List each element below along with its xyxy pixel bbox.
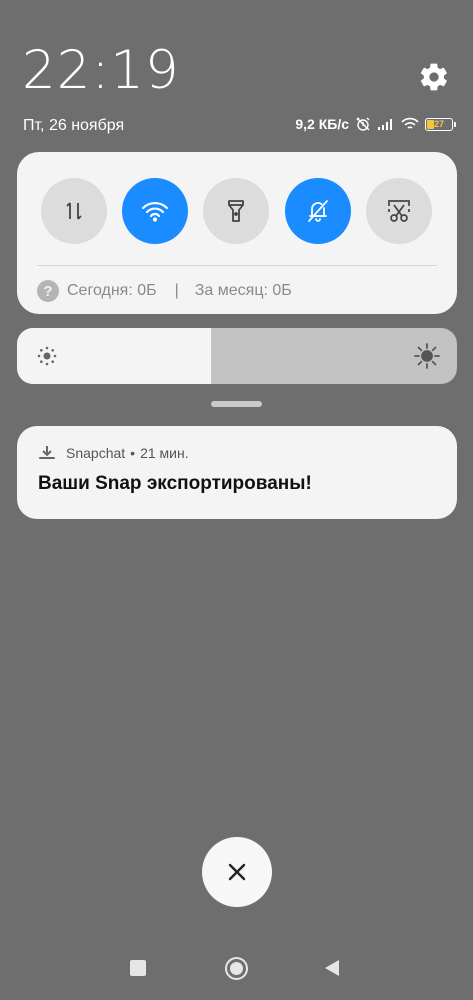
net-speed: 9,2 КБ/с [295,116,349,132]
toggle-wifi[interactable] [122,178,188,244]
wifi-icon [401,117,419,131]
clear-notifications-button[interactable] [202,837,272,907]
scissors-icon [388,200,410,222]
quick-settings-panel: ? Сегодня: 0Б | За месяц: 0Б [17,152,457,314]
notification-card[interactable]: Snapchat • 21 мин. Ваши Snap экспортиров… [17,426,457,519]
help-icon[interactable]: ? [37,280,59,302]
nav-home-button[interactable] [225,957,248,980]
notification-time: 21 мин. [140,445,189,461]
brightness-low-icon [37,346,57,366]
bell-off-icon [308,200,328,222]
battery-icon: 27 [425,117,456,131]
toggle-mobile-data[interactable] [41,178,107,244]
signal-icon [377,117,395,131]
notification-app: Snapchat [66,445,126,461]
clock: 22:19 [22,40,180,101]
brightness-slider[interactable] [17,328,457,384]
nav-back-button[interactable] [324,959,340,977]
toggle-flashlight[interactable] [203,178,269,244]
toggle-screenshot[interactable] [366,178,432,244]
data-separator: | [174,282,179,299]
qs-divider [37,265,437,266]
data-arrows-icon [66,202,82,220]
nav-recents-button[interactable] [130,960,146,976]
close-icon [228,863,246,881]
flashlight-icon [228,200,244,222]
settings-gear-icon[interactable] [418,61,450,93]
alarm-off-icon [355,116,371,132]
status-indicators: 9,2 КБ/с 27 [295,116,456,132]
toggle-silent[interactable] [285,178,351,244]
date: Пт, 26 ноября [23,117,125,134]
data-usage-row: ? Сегодня: 0Б | За месяц: 0Б [37,280,292,302]
wifi-icon [141,201,169,222]
notification-title: Ваши Snap экспортированы! [38,473,312,494]
data-month: За месяц: 0Б [194,282,292,299]
notification-dot: • [130,445,136,461]
notification-header: Snapchat • 21 мин. [38,444,189,462]
brightness-high-icon [414,343,440,369]
drag-handle[interactable] [211,401,262,407]
data-today: Сегодня: 0Б [67,282,157,299]
download-icon [39,446,55,459]
